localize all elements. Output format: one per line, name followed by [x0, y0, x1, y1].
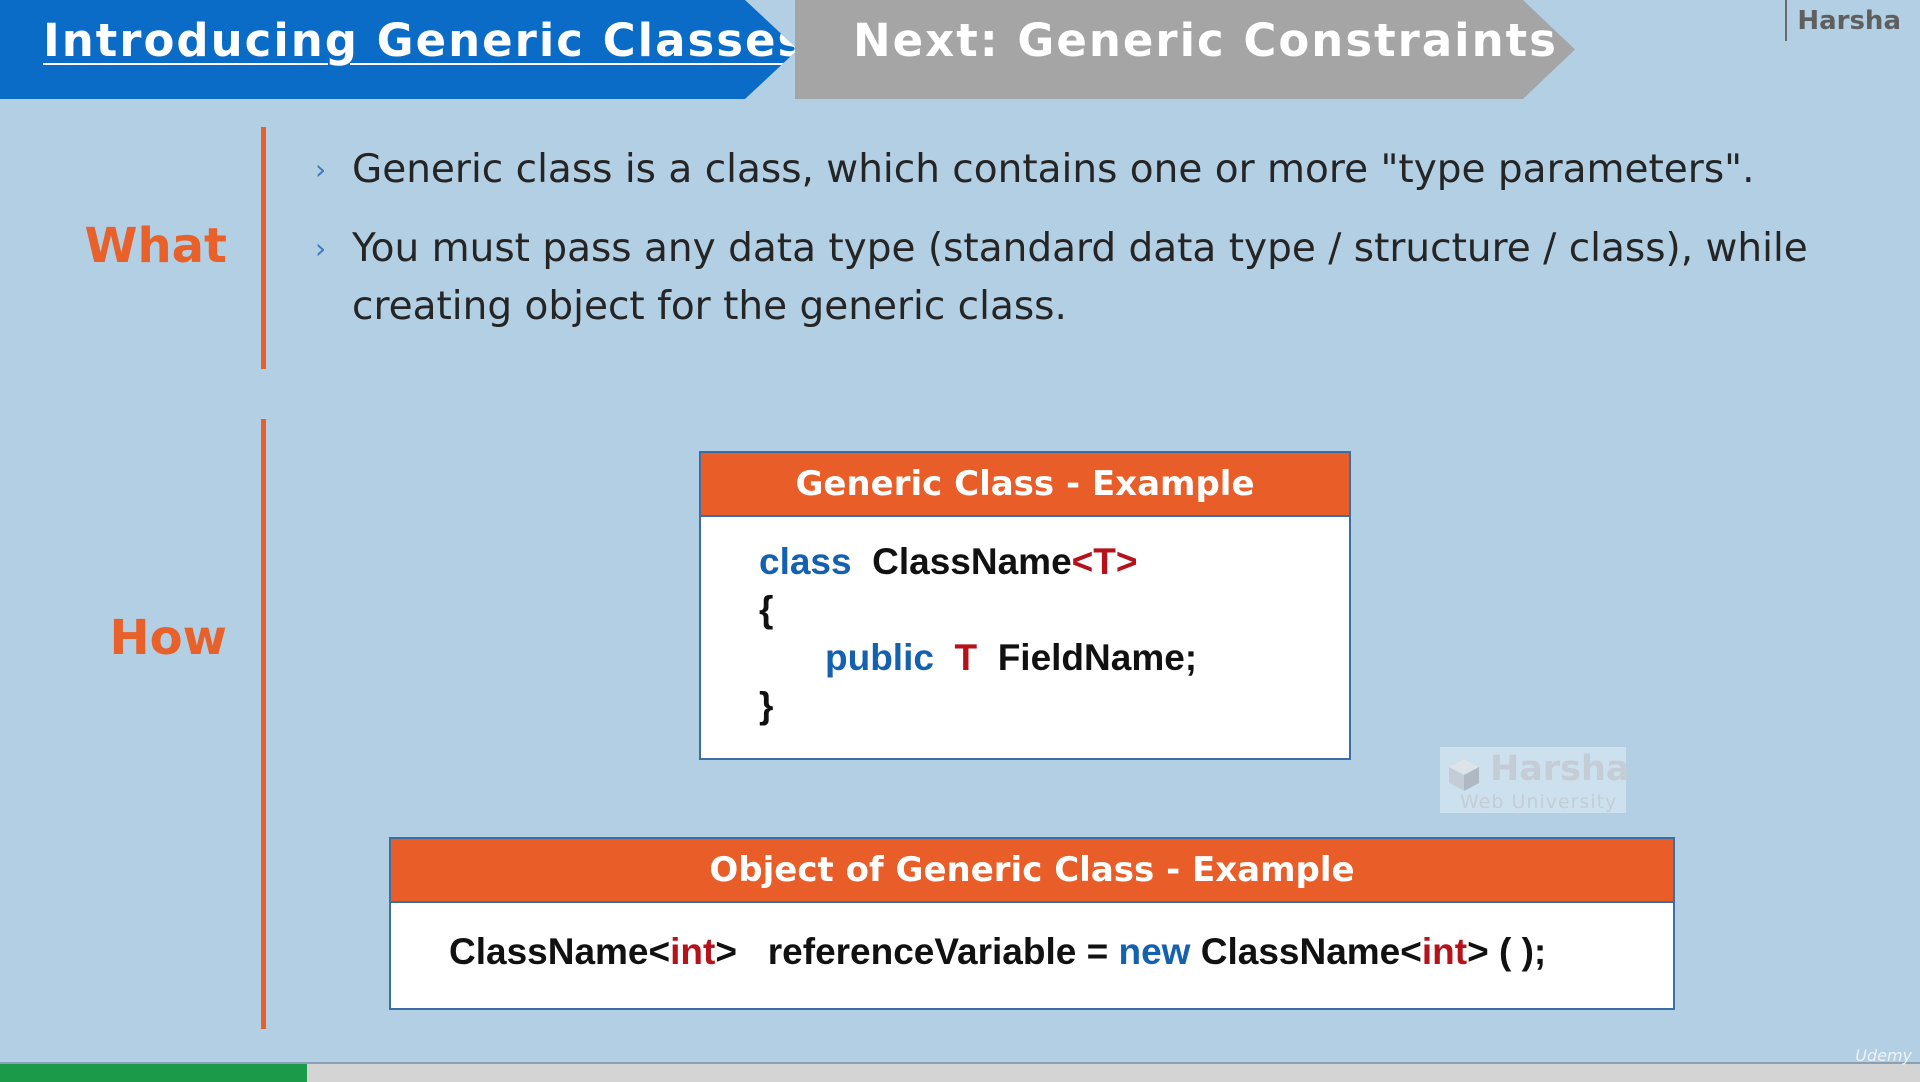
class-name: ClassName [449, 931, 649, 972]
udemy-logo: Udemy [1855, 1046, 1912, 1065]
chevron-right-icon: › [315, 232, 327, 265]
angle-close: > [1467, 931, 1489, 972]
watermark-subtitle: Web University [1460, 791, 1618, 813]
generic-class-example-box: Generic Class - Example class ClassName<… [699, 451, 1351, 760]
angle-open: < [1400, 931, 1422, 972]
bullet-item: › Generic class is a class, which contai… [315, 141, 1888, 199]
watermark-name: Harsha [1490, 749, 1630, 789]
bullet-item: › You must pass any data type (standard … [315, 220, 1888, 336]
class-name: ClassName [1200, 931, 1401, 972]
code-line-class-declaration: class ClassName<T> [759, 541, 1138, 583]
keyword-public: public [825, 637, 934, 678]
type-int: int [670, 931, 716, 972]
example-box-title: Generic Class - Example [701, 453, 1349, 517]
code-open-brace: { [759, 589, 774, 630]
tab-introducing-generic-classes[interactable]: Introducing Generic Classes [0, 0, 798, 99]
example-box-title: Object of Generic Class - Example [391, 839, 1673, 903]
tab-next-label: Next: Generic Constraints [853, 14, 1558, 67]
class-name: ClassName [872, 541, 1072, 582]
keyword-new: new [1118, 931, 1191, 972]
video-progress-bar[interactable] [0, 1062, 1920, 1082]
divider-how [261, 419, 266, 1029]
angle-open: < [648, 931, 671, 972]
code-line-field: public T FieldName; [825, 637, 1197, 679]
harsha-web-university-watermark: Harsha Web University [1440, 747, 1630, 813]
section-label-how: How [109, 610, 228, 666]
angle-close: > [715, 931, 737, 972]
reference-variable: referenceVariable = [767, 931, 1109, 972]
tab-active-label: Introducing Generic Classes [43, 14, 807, 67]
bullet-text: You must pass any data type (standard da… [352, 226, 1808, 329]
code-close-brace: } [759, 685, 774, 726]
tab-next-generic-constraints[interactable]: Next: Generic Constraints [795, 0, 1575, 99]
field-name: FieldName; [997, 637, 1198, 678]
code-line-object-creation: ClassName<int> referenceVariable = new C… [449, 931, 1546, 973]
keyword-class: class [759, 541, 852, 582]
video-progress-fill [0, 1064, 308, 1082]
section-label-what: What [84, 218, 227, 274]
object-of-generic-class-example-box: Object of Generic Class - Example ClassN… [389, 837, 1675, 1010]
type-int: int [1421, 931, 1468, 972]
brand-corner-label: Harsha [1785, 0, 1901, 41]
chevron-right-icon: › [315, 153, 327, 186]
field-type: T [954, 637, 978, 678]
constructor-call: ( ); [1498, 931, 1547, 972]
divider-what [261, 127, 266, 369]
type-parameter: <T> [1071, 541, 1138, 582]
cube-logo-icon [1449, 759, 1479, 791]
bullet-text: Generic class is a class, which contains… [352, 147, 1755, 192]
